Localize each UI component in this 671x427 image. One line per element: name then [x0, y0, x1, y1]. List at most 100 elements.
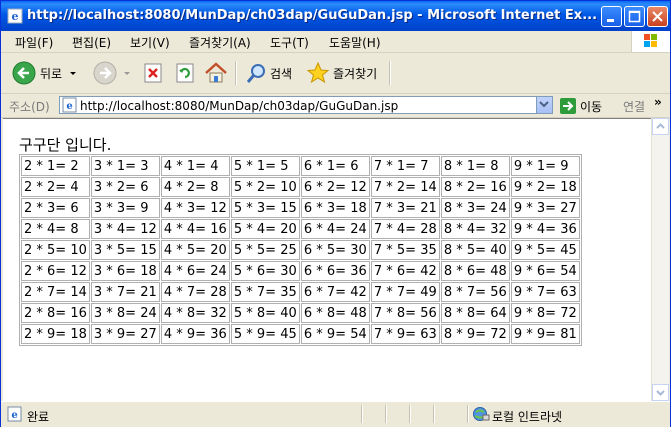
favorites-button[interactable]: 즐겨찾기 — [306, 59, 377, 87]
table-cell: 7 * 1= 7 — [370, 156, 440, 176]
table-row: 2 * 5= 10 3 * 5= 15 4 * 5= 20 5 * 5= 25 6 * … — [21, 240, 580, 260]
back-button[interactable]: 뒤로 — [11, 59, 78, 87]
table-cell: 7 * 7= 49 — [370, 282, 440, 302]
table-cell: 3 * 1= 3 — [90, 156, 160, 176]
window-title: http://localhost:8080/MunDap/ch03dap/GuG… — [27, 8, 598, 23]
table-cell: 5 * 8= 40 — [230, 303, 300, 323]
table-cell: 2 * 3= 6 — [21, 198, 90, 218]
vertical-scrollbar[interactable] — [651, 118, 669, 401]
table-cell: 8 * 3= 24 — [440, 198, 510, 218]
forward-button[interactable] — [92, 59, 132, 87]
table-cell: 5 * 4= 20 — [230, 219, 300, 239]
table-row: 2 * 4= 83 * 4= 12 4 * 4= 16 5 * 4= 20 6 * 4… — [21, 219, 580, 239]
table-cell: 2 * 5= 10 — [21, 240, 90, 260]
status-separator — [433, 405, 435, 423]
table-cell: 2 * 9= 18 — [21, 324, 90, 344]
menu-file[interactable]: 파일(F) — [15, 34, 53, 51]
table-cell: 3 * 8= 24 — [90, 303, 160, 323]
toolbar-separator — [235, 61, 237, 85]
table-row: 2 * 6= 12 3 * 6= 18 4 * 6= 24 5 * 6= 30 6 * … — [21, 261, 580, 281]
table-cell: 6 * 4= 24 — [300, 219, 370, 239]
go-arrow-icon — [560, 98, 576, 114]
page-icon: e — [62, 97, 77, 113]
table-cell: 8 * 5= 40 — [440, 240, 510, 260]
toolbar-separator — [389, 61, 391, 85]
table-cell: 3 * 2= 6 — [90, 177, 160, 197]
address-url: http://localhost:8080/MunDap/ch03dap/GuG… — [80, 99, 399, 113]
chevron-down-icon — [539, 101, 549, 108]
address-input[interactable]: e http://localhost:8080/MunDap/ch03dap/G… — [59, 96, 553, 114]
minimize-button[interactable] — [601, 6, 622, 27]
dropdown-arrow-icon[interactable] — [122, 68, 132, 78]
links-label[interactable]: 연결 — [623, 98, 645, 115]
favorites-label: 즐겨찾기 — [333, 66, 378, 81]
table-cell: 9 * 1= 9 — [510, 156, 580, 176]
dropdown-arrow-icon[interactable] — [68, 68, 78, 78]
table-cell: 5 * 5= 25 — [230, 240, 300, 260]
status-separator — [409, 405, 411, 423]
address-label: 주소(D) — [9, 100, 50, 114]
table-row: 2 * 9= 18 3 * 9= 27 4 * 9= 36 5 * 9= 45 6 * … — [21, 324, 580, 344]
go-label: 이동 — [580, 99, 603, 114]
table-cell: 5 * 7= 35 — [230, 282, 300, 302]
address-bar: 주소(D) e http://localhost:8080/MunDap/ch0… — [1, 94, 670, 118]
table-cell: 8 * 2= 16 — [440, 177, 510, 197]
menu-help[interactable]: 도움말(H) — [329, 34, 381, 51]
menu-tools[interactable]: 도구(T) — [270, 34, 309, 51]
title-bar[interactable]: e http://localhost:8080/MunDap/ch03dap/G… — [1, 1, 670, 31]
scroll-down-button[interactable] — [652, 384, 669, 401]
ie-icon: e — [7, 8, 23, 24]
refresh-button[interactable] — [174, 59, 196, 87]
table-cell: 4 * 8= 32 — [160, 303, 230, 323]
links-more-button[interactable]: » — [654, 95, 662, 109]
scroll-up-button[interactable] — [652, 118, 669, 135]
table-cell: 8 * 1= 8 — [440, 156, 510, 176]
chevron-up-icon — [656, 123, 665, 129]
table-cell: 7 * 9= 63 — [370, 324, 440, 344]
table-cell: 8 * 6= 48 — [440, 261, 510, 281]
table-cell: 4 * 9= 36 — [160, 324, 230, 344]
table-cell: 6 * 6= 36 — [300, 261, 370, 281]
table-cell: 2 * 6= 12 — [21, 261, 90, 281]
stop-button[interactable] — [142, 59, 164, 87]
table-cell: 5 * 1= 5 — [230, 156, 300, 176]
status-separator — [361, 405, 363, 423]
home-icon — [205, 62, 227, 83]
table-cell: 7 * 5= 35 — [370, 240, 440, 260]
menu-view[interactable]: 보기(V) — [130, 34, 170, 51]
close-button[interactable] — [647, 6, 668, 27]
page-content: 구구단 입니다. 2 * 1= 23 * 1= 34 * 1= 45 * 1= … — [3, 118, 651, 401]
table-row: 2 * 8= 16 3 * 8= 24 4 * 8= 32 5 * 8= 40 6 * … — [21, 303, 580, 323]
svg-text:e: e — [12, 10, 19, 23]
table-cell: 7 * 4= 28 — [370, 219, 440, 239]
search-icon — [246, 64, 265, 83]
table-cell: 9 * 8= 72 — [510, 303, 580, 323]
address-dropdown-button[interactable] — [536, 97, 552, 113]
table-cell: 4 * 7= 28 — [160, 282, 230, 302]
go-button[interactable]: 이동 — [559, 97, 602, 115]
menu-edit[interactable]: 편집(E) — [72, 34, 111, 51]
table-cell: 7 * 3= 21 — [370, 198, 440, 218]
menu-bar: 파일(F) 편집(E) 보기(V) 즐겨찾기(A) 도구(T) 도움말(H) — [1, 31, 670, 53]
table-cell: 6 * 3= 18 — [300, 198, 370, 218]
multiplication-table: 2 * 1= 23 * 1= 34 * 1= 45 * 1= 56 * 1= 6… — [19, 154, 582, 346]
page-heading: 구구단 입니다. — [19, 136, 112, 154]
maximize-button[interactable] — [624, 6, 645, 27]
table-cell: 4 * 3= 12 — [160, 198, 230, 218]
menu-favorites[interactable]: 즐겨찾기(A) — [189, 34, 251, 51]
table-cell: 4 * 2= 8 — [160, 177, 230, 197]
table-cell: 4 * 1= 4 — [160, 156, 230, 176]
table-cell: 6 * 2= 12 — [300, 177, 370, 197]
table-row: 2 * 1= 23 * 1= 34 * 1= 45 * 1= 56 * 1= 6… — [21, 156, 580, 176]
table-cell: 8 * 4= 32 — [440, 219, 510, 239]
windows-logo — [631, 31, 670, 52]
table-cell: 4 * 6= 24 — [160, 261, 230, 281]
table-cell: 7 * 6= 42 — [370, 261, 440, 281]
table-cell: 9 * 4= 36 — [510, 219, 580, 239]
table-cell: 6 * 5= 30 — [300, 240, 370, 260]
search-button[interactable]: 검색 — [245, 59, 292, 87]
home-button[interactable] — [204, 59, 228, 87]
svg-text:e: e — [11, 410, 17, 421]
status-text: 완료 — [27, 410, 50, 424]
table-cell: 7 * 2= 14 — [370, 177, 440, 197]
